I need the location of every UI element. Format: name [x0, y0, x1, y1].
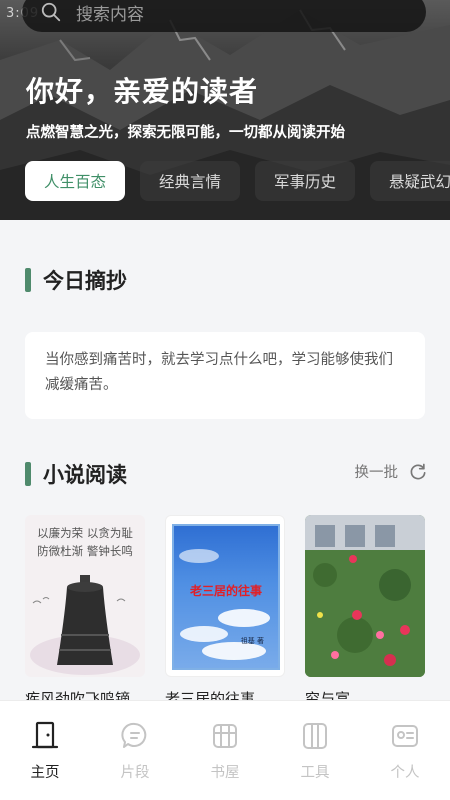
profile-card-icon: [392, 725, 418, 747]
novel-section-header: 小说阅读: [25, 459, 127, 489]
tab-life[interactable]: 人生百态: [25, 161, 125, 201]
book-item[interactable]: 以廉为荣 以贪为耻 防微杜渐 警钟长鸣 疾风劲吹飞鸣镝: [25, 515, 145, 709]
nav-home-label: 主页: [30, 765, 60, 781]
home-door-icon: [31, 721, 59, 749]
daily-excerpt-card[interactable]: 当你感到痛苦时，就去学习点什么吧，学习能够使我们减缓痛苦。: [25, 332, 425, 419]
chat-bubble-icon: [121, 722, 147, 748]
refresh-batch-label: 换一批: [354, 465, 399, 481]
cover-sky-image: 老三居的往事 祖基 著: [172, 524, 280, 670]
nav-profile-label: 个人: [390, 765, 420, 781]
search-icon: [41, 2, 61, 22]
tab-romance[interactable]: 经典言情: [140, 161, 240, 201]
nav-profile[interactable]: 个人: [360, 701, 450, 800]
bell-illustration: [30, 575, 140, 675]
category-tabs: 人生百态 经典言情 军事历史 悬疑武幻: [25, 161, 450, 201]
tab-military-history[interactable]: 军事历史: [255, 161, 355, 201]
refresh-icon: [410, 463, 426, 479]
tools-icon: [303, 723, 327, 749]
cover-title: 老三居的往事: [189, 584, 262, 598]
book-cover: 老三居的往事 祖基 著: [165, 515, 285, 677]
bottom-navigation: 主页 片段 书屋 工具 个人: [0, 700, 450, 800]
nav-home[interactable]: 主页: [0, 701, 90, 800]
hero-banner: 3:09 搜索内容 你好，亲爱的读者 点燃智慧之光，探索无限可能，一切都从阅读开…: [0, 0, 450, 220]
section-accent-bar: [25, 462, 31, 486]
bookshelf-icon: [213, 724, 237, 748]
garden-flowers-illustration: [305, 515, 425, 677]
main-content: 今日摘抄 当你感到痛苦时，就去学习点什么吧，学习能够使我们减缓痛苦。 小说阅读 …: [0, 220, 450, 708]
refresh-batch-button[interactable]: 换一批: [355, 461, 429, 482]
cover-author: 祖基 著: [240, 637, 264, 645]
excerpt-section-header: 今日摘抄: [25, 265, 127, 295]
greeting-title: 你好，亲爱的读者: [26, 75, 259, 108]
search-placeholder: 搜索内容: [76, 4, 144, 25]
excerpt-section-title: 今日摘抄: [43, 269, 127, 293]
nav-tools[interactable]: 工具: [270, 701, 360, 800]
nav-bookstore[interactable]: 书屋: [180, 701, 270, 800]
book-cover: [305, 515, 425, 677]
book-list: 以廉为荣 以贪为耻 防微杜渐 警钟长鸣 疾风劲吹飞鸣镝 老三居的往事 祖基 著 …: [25, 515, 445, 709]
nav-fragments[interactable]: 片段: [90, 701, 180, 800]
nav-tools-label: 工具: [300, 765, 330, 781]
search-input[interactable]: 搜索内容: [22, 0, 426, 32]
nav-fragments-label: 片段: [120, 765, 150, 781]
book-cover: 以廉为荣 以贪为耻 防微杜渐 警钟长鸣: [25, 515, 145, 677]
nav-bookstore-label: 书屋: [210, 765, 240, 781]
section-accent-bar: [25, 268, 31, 292]
greeting-slogan: 点燃智慧之光，探索无限可能，一切都从阅读开始: [26, 124, 345, 141]
book-item[interactable]: 老三居的往事 祖基 著 老三居的往事: [165, 515, 285, 709]
novel-section-title: 小说阅读: [43, 463, 127, 487]
book-item[interactable]: 穷与富: [305, 515, 425, 709]
tab-mystery[interactable]: 悬疑武幻: [370, 161, 450, 201]
